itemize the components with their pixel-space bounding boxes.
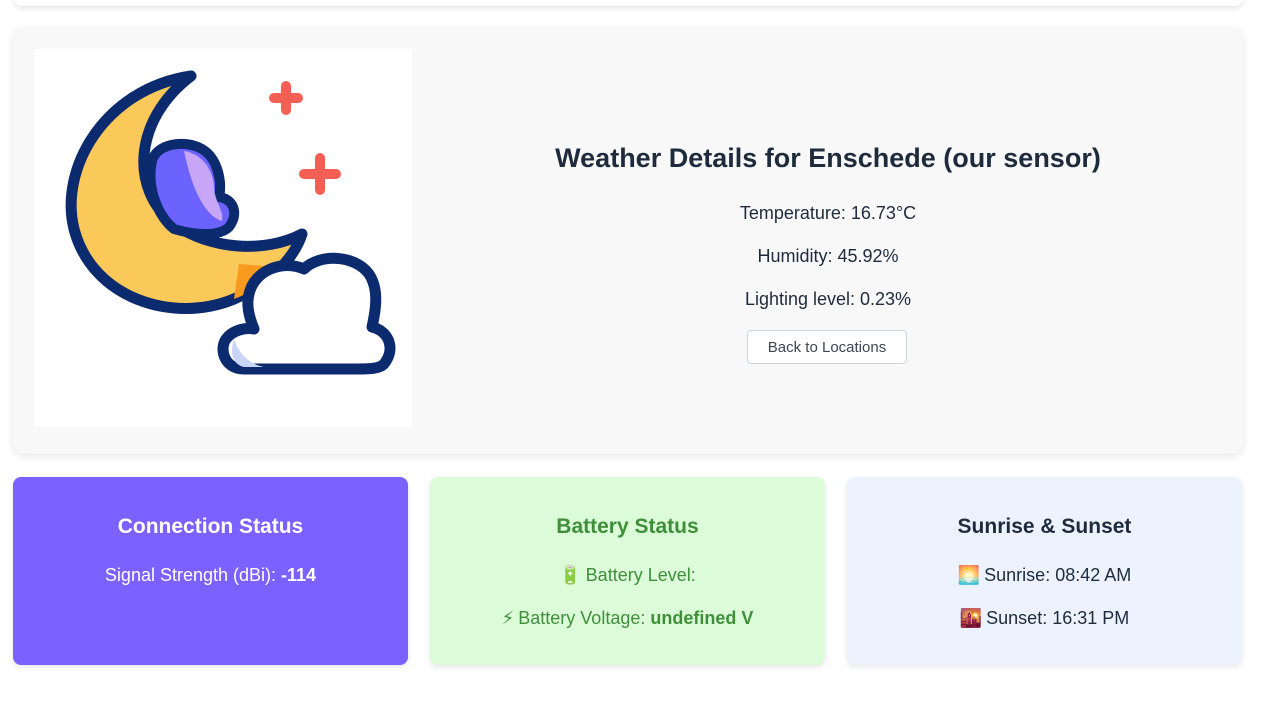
page-title: Weather Details for Enschede (our sensor… (555, 143, 1101, 173)
battery-voltage-row: ⚡ Battery Voltage: undefined V (430, 608, 825, 629)
weather-icon-container (34, 49, 412, 427)
back-to-locations-button[interactable]: Back to Locations (747, 330, 907, 364)
battery-voltage-label: Battery Voltage: (518, 608, 651, 628)
temperature-text: Temperature: 16.73°C (739, 203, 917, 223)
sunrise-sunset-card: Sunrise & Sunset 🌅 Sunrise: 08:42 AM 🌇 Sun… (847, 477, 1242, 665)
sunset-icon: 🌇 (959, 608, 983, 628)
connection-status-card: Connection Status Signal Strength (dBi):… (13, 477, 408, 665)
previous-card (14, 0, 1243, 6)
sunrise-text: Sunrise: 08:42 AM (984, 565, 1132, 585)
weather-details: Weather Details for Enschede (our sensor… (428, 28, 1228, 454)
battery-voltage-value: undefined V (650, 608, 754, 628)
star-icon (299, 153, 341, 195)
lighting-level-text: Lighting level: 0.23% (744, 289, 912, 309)
sunset-text: Sunset: 16:31 PM (986, 608, 1130, 628)
signal-strength-value: -114 (281, 565, 317, 585)
battery-status-card: Battery Status 🔋 Battery Level: ⚡ Battery … (430, 477, 825, 665)
sunrise-row: 🌅 Sunrise: 08:42 AM (847, 565, 1242, 586)
moon-cloud-stars-icon (65, 70, 396, 375)
sunrise-icon: 🌅 (957, 565, 981, 585)
signal-strength-row: Signal Strength (dBi): -114 (13, 565, 408, 586)
battery-level-label: Battery Level: (585, 565, 696, 585)
humidity-text: Humidity: 45.92% (757, 246, 899, 266)
connection-status-title: Connection Status (117, 515, 304, 538)
star-icon (269, 81, 303, 115)
sunset-row: 🌇 Sunset: 16:31 PM (847, 608, 1242, 629)
lightning-icon: ⚡ (501, 608, 515, 628)
battery-level-row: 🔋 Battery Level: (430, 565, 825, 586)
signal-strength-label: Signal Strength (dBi): (104, 565, 282, 585)
weather-details-card: Weather Details for Enschede (our sensor… (13, 28, 1243, 454)
sunrise-sunset-title: Sunrise & Sunset (957, 515, 1132, 538)
battery-status-title: Battery Status (556, 515, 699, 538)
battery-icon: 🔋 (559, 565, 582, 585)
